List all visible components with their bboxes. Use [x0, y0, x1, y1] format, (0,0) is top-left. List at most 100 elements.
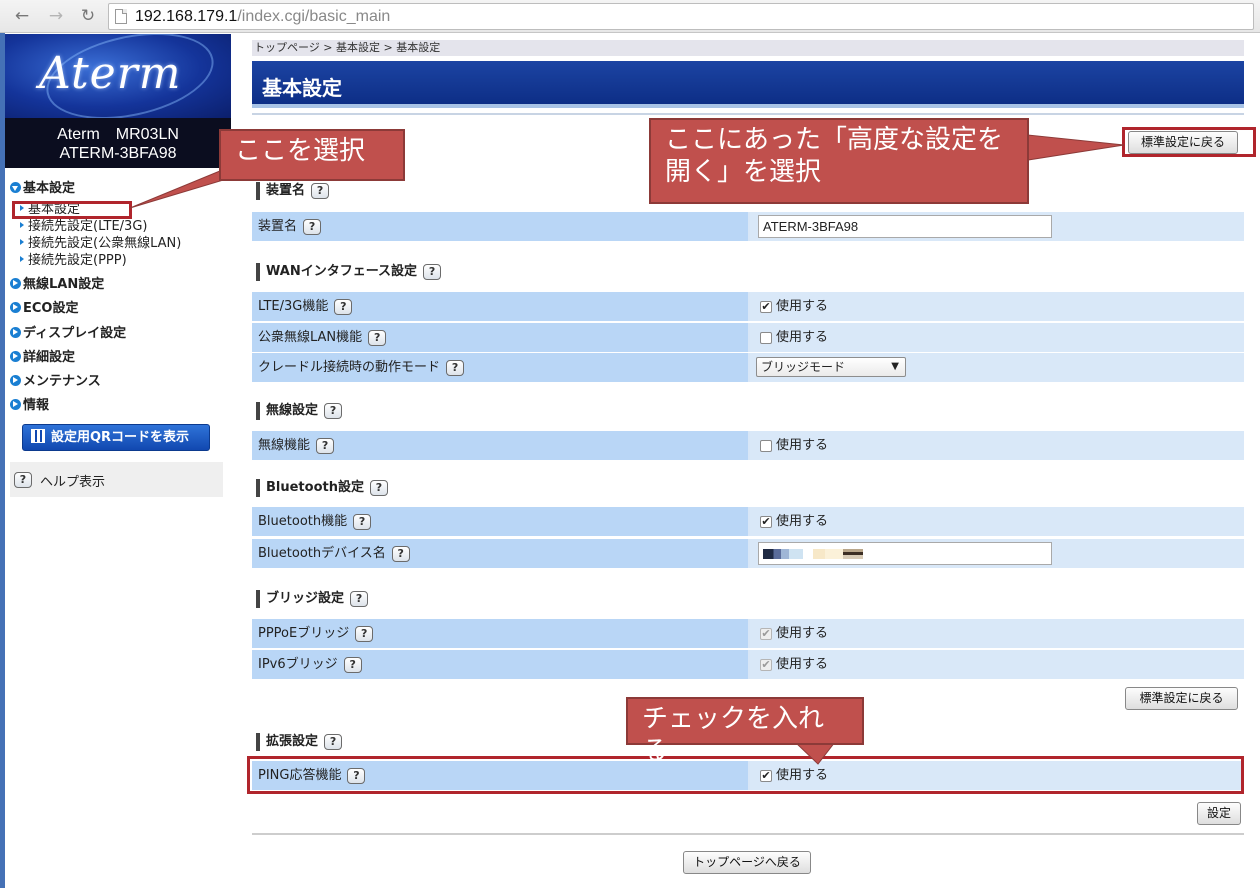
row-label: クレードル接続時の動作モード?	[252, 353, 748, 382]
ipv6-bridge-checkbox: ✔	[760, 658, 772, 671]
aterm-logo: Aterm	[5, 34, 231, 118]
row-pppoe-bridge: PPPoEブリッジ? ✔ 使用する	[252, 619, 1244, 648]
bullet-icon	[20, 222, 24, 228]
row-value: ブリッジモード ▼	[750, 353, 1244, 382]
device-name-input[interactable]: ATERM-3BFA98	[758, 215, 1052, 238]
row-value: ✔ 使用する	[750, 507, 1244, 536]
arrow-right-icon[interactable]: →	[44, 4, 68, 28]
sidebar-section-maintenance[interactable]: メンテナンス	[10, 373, 101, 391]
sidebar-section-wireless-lan[interactable]: 無線LAN設定	[10, 276, 104, 294]
sidebar-section-display[interactable]: ディスプレイ設定	[10, 325, 126, 343]
qr-code-icon	[31, 429, 45, 443]
help-icon[interactable]: ?	[343, 656, 362, 673]
row-label: LTE/3G機能?	[252, 292, 748, 321]
row-label: Bluetoothデバイス名?	[252, 539, 748, 568]
row-value: ✔ 使用する	[750, 292, 1244, 321]
row-bluetooth-device-name: Bluetoothデバイス名?	[252, 539, 1244, 568]
chevron-right-icon	[10, 375, 21, 386]
row-label: 装置名?	[252, 212, 748, 241]
help-icon[interactable]: ?	[334, 298, 353, 315]
wireless-checkbox[interactable]	[760, 440, 772, 452]
callout-select-here: ここを選択	[219, 129, 405, 181]
row-value: ✔ 使用する	[750, 619, 1244, 648]
redacted-text	[763, 549, 789, 559]
row-value: ✔ 使用する	[750, 650, 1244, 679]
checkbox-label: 使用する	[776, 657, 829, 672]
address-bar[interactable]: 192.168.179.1/index.cgi/basic_main	[108, 3, 1254, 30]
help-icon[interactable]: ?	[316, 437, 335, 454]
row-device-name: 装置名? ATERM-3BFA98	[252, 212, 1244, 241]
help-icon[interactable]: ?	[350, 590, 369, 607]
help-icon[interactable]: ?	[368, 329, 387, 346]
page-icon	[115, 9, 127, 24]
help-icon[interactable]: ?	[446, 359, 465, 376]
row-label: Bluetooth機能?	[252, 507, 748, 536]
device-model-label: Aterm MR03LN ATERM-3BFA98	[5, 118, 231, 168]
public-lan-checkbox[interactable]	[760, 332, 772, 344]
row-label: 無線機能?	[252, 431, 748, 460]
chevron-down-icon: ▼	[891, 361, 899, 372]
breadcrumb: トップページ > 基本設定 > 基本設定	[252, 40, 1244, 56]
chevron-right-icon	[10, 327, 21, 338]
bullet-icon	[20, 239, 24, 245]
sidebar-section-info[interactable]: 情報	[10, 397, 49, 415]
row-lte-3g: LTE/3G機能? ✔ 使用する	[252, 292, 1244, 321]
help-toggle-link[interactable]: ヘルプ表示	[40, 471, 105, 490]
row-value: 使用する	[750, 431, 1244, 460]
pppoe-bridge-checkbox: ✔	[760, 627, 772, 640]
checkbox-label: 使用する	[776, 626, 829, 641]
arrow-left-icon[interactable]: ←	[10, 4, 34, 28]
sidebar-item-public-lan[interactable]: 接続先設定(公衆無線LAN)	[20, 236, 181, 252]
help-icon[interactable]: ?	[324, 733, 343, 750]
sidebar-section-eco[interactable]: ECO設定	[10, 300, 78, 318]
section-bridge: ブリッジ設定?	[256, 590, 369, 608]
url-text: 192.168.179.1/index.cgi/basic_main	[135, 8, 391, 25]
help-icon[interactable]: ?	[423, 263, 442, 280]
callout-open-advanced: ここにあった「高度な設定を 開く」を選択	[649, 118, 1029, 204]
checkbox-label: 使用する	[776, 514, 829, 529]
qr-code-button[interactable]: 設定用QRコードを表示	[22, 424, 210, 451]
sidebar-item-ppp[interactable]: 接続先設定(PPP)	[20, 253, 127, 269]
back-to-top-page-button[interactable]: トップページへ戻る	[683, 851, 811, 874]
redacted-text	[789, 549, 803, 559]
sidebar-item-lte-3g[interactable]: 接続先設定(LTE/3G)	[20, 219, 147, 235]
lte-3g-checkbox[interactable]: ✔	[760, 301, 772, 313]
row-label: IPv6ブリッジ?	[252, 650, 748, 679]
highlight-restore-button	[1122, 127, 1256, 157]
chevron-right-icon	[10, 302, 21, 313]
highlight-ping-row	[247, 756, 1244, 794]
browser-toolbar: ← → ↻ 192.168.179.1/index.cgi/basic_main	[0, 0, 1260, 33]
section-wireless: 無線設定?	[256, 402, 343, 420]
bluetooth-checkbox[interactable]: ✔	[760, 516, 772, 528]
help-icon[interactable]: ?	[353, 513, 372, 530]
row-ipv6-bridge: IPv6ブリッジ? ✔ 使用する	[252, 650, 1244, 679]
page-title: 基本設定	[262, 76, 342, 100]
help-icon[interactable]: ?	[14, 472, 32, 488]
redacted-text	[813, 549, 843, 559]
row-value: ATERM-3BFA98	[750, 212, 1244, 241]
callout-check-it: チェックを入れる	[626, 697, 864, 766]
reload-icon[interactable]: ↻	[76, 4, 100, 28]
help-icon[interactable]: ?	[355, 625, 374, 642]
checkbox-label: 使用する	[776, 438, 829, 453]
help-icon[interactable]: ?	[324, 402, 343, 419]
row-label: 公衆無線LAN機能?	[252, 323, 748, 352]
row-label: PPPoEブリッジ?	[252, 619, 748, 648]
checkbox-label: 使用する	[776, 299, 829, 314]
section-extended: 拡張設定?	[256, 733, 343, 751]
help-icon[interactable]: ?	[369, 479, 388, 496]
section-bluetooth: Bluetooth設定?	[256, 479, 388, 497]
help-icon[interactable]: ?	[311, 182, 330, 199]
restore-standard-button-bottom[interactable]: 標準設定に戻る	[1125, 687, 1238, 710]
bullet-icon	[20, 256, 24, 262]
sidebar-section-basic[interactable]: 基本設定	[10, 180, 75, 198]
row-wireless-function: 無線機能? 使用する	[252, 431, 1244, 460]
sidebar-section-advanced[interactable]: 詳細設定	[10, 349, 75, 367]
help-icon[interactable]: ?	[391, 545, 410, 562]
cradle-mode-select[interactable]: ブリッジモード ▼	[756, 357, 906, 377]
help-panel: ? ヘルプ表示	[10, 462, 223, 497]
apply-settings-button[interactable]: 設定	[1197, 802, 1241, 825]
bluetooth-name-input[interactable]	[758, 542, 1052, 565]
divider	[252, 113, 1244, 115]
help-icon[interactable]: ?	[303, 218, 322, 235]
